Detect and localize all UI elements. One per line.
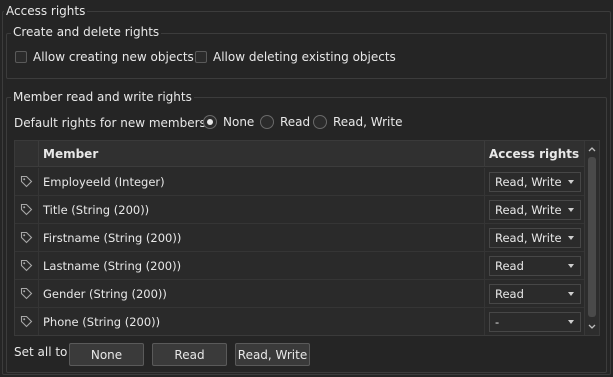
access-cell: Read <box>485 252 585 280</box>
radio-read-indicator[interactable] <box>260 115 274 129</box>
chevron-down-icon <box>568 263 574 268</box>
scroll-thumb[interactable] <box>588 157 596 317</box>
radio-read-label: Read <box>280 115 311 129</box>
header-member[interactable]: Member <box>39 141 485 167</box>
table-scrollbar[interactable] <box>584 141 599 335</box>
tag-icon <box>15 223 39 252</box>
access-cell: Read, Write <box>485 224 585 252</box>
access-cell: Read, Write <box>485 196 585 224</box>
chevron-down-icon <box>568 319 574 324</box>
tag-icon <box>15 279 39 308</box>
radio-read-write[interactable]: Read, Write <box>313 115 402 129</box>
default-rights-label: Default rights for new members <box>14 116 206 130</box>
allow-delete-checkbox[interactable]: Allow deleting existing objects <box>195 50 396 64</box>
member-name: EmployeeId (Integer) <box>39 167 485 196</box>
access-rights-dropdown[interactable]: - <box>489 311 581 332</box>
radio-read[interactable]: Read <box>260 115 310 129</box>
chevron-down-icon <box>568 291 574 296</box>
table-row[interactable]: Phone (String (200)) - <box>15 307 585 336</box>
create-delete-title: Create and delete rights <box>11 25 162 39</box>
radio-none-label: None <box>223 115 255 129</box>
access-rights-dropdown[interactable]: Read, Write <box>489 199 581 220</box>
member-rights-title: Member read and write rights <box>11 90 194 104</box>
radio-read-write-indicator[interactable] <box>313 115 327 129</box>
access-rights-value: Read, Write <box>495 230 562 245</box>
access-rights-dropdown[interactable]: Read, Write <box>489 227 581 248</box>
tag-icon <box>15 195 39 224</box>
member-name: Gender (String (200)) <box>39 279 485 308</box>
tag-icon <box>15 251 39 280</box>
access-cell: Read, Write <box>485 168 585 196</box>
allow-delete-box[interactable] <box>195 51 207 63</box>
set-all-read-write-button[interactable]: Read, Write <box>235 343 310 366</box>
chevron-down-icon <box>568 179 574 184</box>
members-table: Member Access rights EmployeeId (Integer… <box>14 140 600 336</box>
member-name: Phone (String (200)) <box>39 307 485 335</box>
set-all-label: Set all to <box>14 345 68 359</box>
access-rights-value: Read, Write <box>495 174 562 189</box>
table-row[interactable]: EmployeeId (Integer) Read, Write <box>15 167 585 196</box>
access-rights-value: - <box>495 314 500 329</box>
allow-create-checkbox[interactable]: Allow creating new objects <box>15 50 194 64</box>
radio-none[interactable]: None <box>203 115 254 129</box>
chevron-down-icon <box>568 207 574 212</box>
access-rights-dropdown[interactable]: Read <box>489 255 581 276</box>
table-row[interactable]: Firstname (String (200)) Read, Write <box>15 223 585 252</box>
member-name: Title (String (200)) <box>39 195 485 224</box>
access-rights-dropdown[interactable]: Read, Write <box>489 171 581 192</box>
member-name: Firstname (String (200)) <box>39 223 485 252</box>
radio-read-write-label: Read, Write <box>333 115 403 129</box>
chevron-down-icon <box>568 235 574 240</box>
header-access-rights[interactable]: Access rights <box>485 141 585 167</box>
table-header: Member Access rights <box>15 141 585 167</box>
header-icon-column <box>15 141 39 167</box>
access-rights-value: Read, Write <box>495 202 562 217</box>
table-row[interactable]: Lastname (String (200)) Read <box>15 251 585 280</box>
table-row[interactable]: Gender (String (200)) Read <box>15 279 585 308</box>
access-cell: Read <box>485 280 585 308</box>
member-name: Lastname (String (200)) <box>39 251 485 280</box>
tag-icon <box>15 307 39 335</box>
access-rights-title: Access rights <box>4 4 88 18</box>
access-cell: - <box>485 308 585 336</box>
set-all-none-button[interactable]: None <box>69 343 144 366</box>
scroll-down-icon[interactable] <box>585 320 599 334</box>
scroll-up-icon[interactable] <box>585 142 599 156</box>
access-rights-value: Read <box>495 258 524 273</box>
access-rights-value: Read <box>495 286 524 301</box>
allow-delete-label: Allow deleting existing objects <box>213 50 396 64</box>
radio-none-indicator[interactable] <box>203 115 217 129</box>
allow-create-box[interactable] <box>15 51 27 63</box>
table-row[interactable]: Title (String (200)) Read, Write <box>15 195 585 224</box>
set-all-read-button[interactable]: Read <box>152 343 227 366</box>
access-rights-dropdown[interactable]: Read <box>489 283 581 304</box>
tag-icon <box>15 167 39 196</box>
allow-create-label: Allow creating new objects <box>33 50 194 64</box>
